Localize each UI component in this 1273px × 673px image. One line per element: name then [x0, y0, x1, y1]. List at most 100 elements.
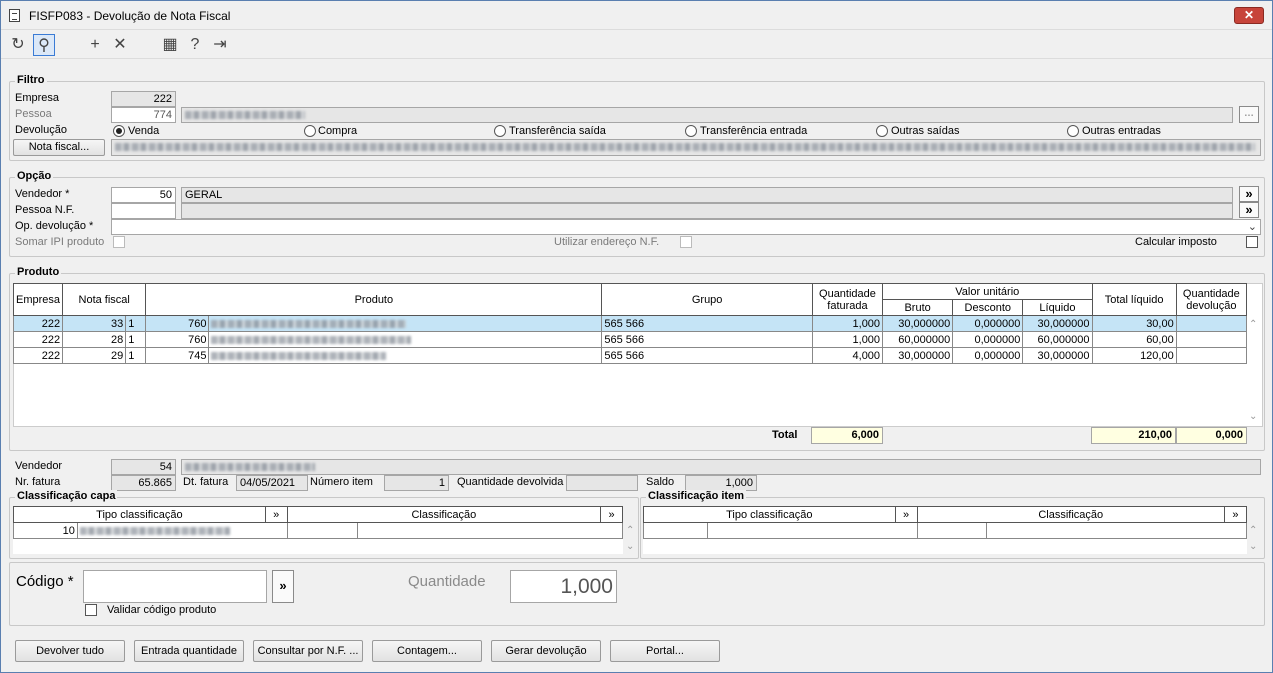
dt-fatura-label: Dt. fatura [183, 476, 229, 488]
entrada-quantidade-button[interactable]: Entrada quantidade [134, 640, 244, 662]
capa-scroll-down-icon[interactable]: ⌄ [626, 541, 634, 552]
table-row[interactable]: 222 33 1 760 565 566 1,000 30,000000 0,0… [12, 315, 1248, 332]
capa-scroll-up-icon[interactable]: ⌃ [626, 525, 634, 536]
scroll-down-icon[interactable]: ⌄ [1249, 411, 1257, 422]
class-item-tipo-cell [643, 522, 708, 539]
col-liquido[interactable]: Líquido [1022, 299, 1093, 316]
pessoa-name-field [181, 107, 1233, 123]
total-liquido-field: 210,00 [1091, 427, 1176, 444]
refresh-icon[interactable]: ↻ [7, 34, 29, 56]
cell-desconto: 0,000000 [952, 331, 1024, 348]
cell-qtd: 1,000 [811, 315, 884, 332]
cell-devolucao[interactable] [1175, 315, 1248, 332]
col-produto[interactable]: Produto [145, 283, 603, 316]
contagem-button[interactable]: Contagem... [372, 640, 482, 662]
radio-venda[interactable] [113, 125, 125, 137]
col-empresa[interactable]: Empresa [12, 283, 64, 316]
codigo-expand-button[interactable]: » [272, 570, 294, 603]
radio-transferencia-entrada[interactable] [685, 125, 697, 137]
class-item-tipo-expand[interactable]: » [894, 506, 918, 523]
radio-transferencia-saida[interactable] [494, 125, 506, 137]
produto-grid: Empresa Nota fiscal Produto Grupo Quanti… [12, 283, 1248, 364]
col-nota-fiscal[interactable]: Nota fiscal [62, 283, 147, 316]
utilizar-endereco-checkbox[interactable] [680, 236, 692, 248]
radio-outras-entradas[interactable] [1067, 125, 1079, 137]
detalhe-vendedor-name [181, 459, 1261, 475]
class-item-class-cell [916, 522, 988, 539]
table-row[interactable]: 222 29 1 745 565 566 4,000 30,000000 0,0… [12, 347, 1248, 364]
gerar-devolucao-button[interactable]: Gerar devolução [491, 640, 601, 662]
document-icon [9, 9, 20, 22]
cell-devolucao[interactable] [1175, 347, 1248, 364]
calendar-icon[interactable]: ▦ [159, 34, 181, 56]
qtd-devolvida-label: Quantidade devolvida [457, 476, 564, 488]
col-desconto[interactable]: Desconto [952, 299, 1024, 316]
cell-empresa: 222 [12, 315, 64, 332]
col-total-liquido[interactable]: Total líquido [1091, 283, 1177, 316]
search-icon[interactable]: ⚲ [33, 34, 55, 56]
cell-devolucao[interactable] [1175, 331, 1248, 348]
somar-ipi-checkbox[interactable] [113, 236, 125, 248]
col-qtd-faturada[interactable]: Quantidade faturada [811, 283, 884, 316]
devolver-tudo-button[interactable]: Devolver tudo [15, 640, 125, 662]
item-scroll-down-icon[interactable]: ⌄ [1249, 541, 1257, 552]
class-capa-class-expand[interactable]: » [600, 506, 623, 523]
op-devolucao-select[interactable]: ⌄ [111, 219, 1261, 235]
vendedor-name-field: GERAL [181, 187, 1233, 203]
table-row[interactable]: 10 [13, 522, 624, 539]
pessoa-nf-expand-button[interactable]: » [1239, 202, 1259, 218]
cell-liquido: 30,000000 [1022, 347, 1093, 364]
numero-item-field: 1 [384, 475, 449, 491]
radio-outras-saidas[interactable] [876, 125, 888, 137]
exit-icon[interactable]: ⇥ [209, 34, 231, 56]
chevron-down-icon: ⌄ [1247, 221, 1257, 233]
codigo-input[interactable] [83, 570, 267, 603]
class-capa-tipo-expand[interactable]: » [264, 506, 288, 523]
radio-compra[interactable] [304, 125, 316, 137]
delete-icon[interactable]: ✕ [109, 34, 131, 56]
table-row[interactable]: 222 28 1 760 565 566 1,000 60,000000 0,0… [12, 331, 1248, 348]
radio-outras-saidas-label: Outras saídas [891, 125, 960, 137]
nota-fiscal-list-field [111, 139, 1261, 156]
vendedor-expand-button[interactable]: » [1239, 186, 1259, 202]
cell-qtd: 1,000 [811, 331, 884, 348]
cell-grupo: 565 566 [601, 347, 813, 364]
col-grupo[interactable]: Grupo [601, 283, 813, 316]
class-capa-class-header[interactable]: Classificação [286, 506, 602, 523]
consultar-nf-button[interactable]: Consultar por N.F. ... [253, 640, 363, 662]
class-item-tipo-header[interactable]: Tipo classificação [643, 506, 896, 523]
pessoa-search-button[interactable]: … [1239, 106, 1259, 123]
vendedor-field[interactable]: 50 [111, 187, 176, 203]
cell-produto-desc [208, 331, 603, 348]
cell-liquido: 30,000000 [1022, 315, 1093, 332]
pessoa-field[interactable]: 774 [111, 107, 176, 123]
col-bruto[interactable]: Bruto [882, 299, 954, 316]
detalhe-vendedor-label: Vendedor [15, 460, 63, 472]
cell-nota: 28 [62, 331, 127, 348]
cell-produto-desc [208, 315, 603, 332]
col-valor-unitario[interactable]: Valor unitário [882, 283, 1093, 300]
help-icon[interactable]: ? [184, 34, 206, 56]
class-capa-tipo-header[interactable]: Tipo classificação [13, 506, 266, 523]
nr-fatura-field: 65.865 [111, 475, 176, 491]
pessoa-nf-field[interactable] [111, 203, 176, 219]
validar-codigo-checkbox[interactable] [85, 604, 97, 616]
add-icon[interactable]: + [84, 34, 106, 56]
pessoa-label: Pessoa [15, 108, 52, 120]
quantidade-field[interactable]: 1,000 [510, 570, 617, 603]
scroll-up-icon[interactable]: ⌃ [1249, 319, 1257, 330]
table-row[interactable] [643, 522, 1247, 539]
col-qtd-devolucao[interactable]: Quantidade devolução [1175, 283, 1248, 316]
calcular-imposto-checkbox[interactable] [1246, 236, 1258, 248]
close-button[interactable]: ✕ [1234, 7, 1264, 24]
class-item-class-expand[interactable]: » [1223, 506, 1248, 523]
numero-item-label: Número item [310, 476, 373, 488]
nota-fiscal-button[interactable]: Nota fiscal... [13, 139, 105, 156]
item-scroll-up-icon[interactable]: ⌃ [1249, 525, 1257, 536]
radio-outras-entradas-label: Outras entradas [1082, 125, 1161, 137]
portal-button[interactable]: Portal... [610, 640, 720, 662]
op-devolucao-label: Op. devolução * [15, 220, 94, 232]
window-title: FISFP083 - Devolução de Nota Fiscal [29, 9, 231, 23]
class-item-class-header[interactable]: Classificação [916, 506, 1225, 523]
empresa-field[interactable]: 222 [111, 91, 176, 107]
